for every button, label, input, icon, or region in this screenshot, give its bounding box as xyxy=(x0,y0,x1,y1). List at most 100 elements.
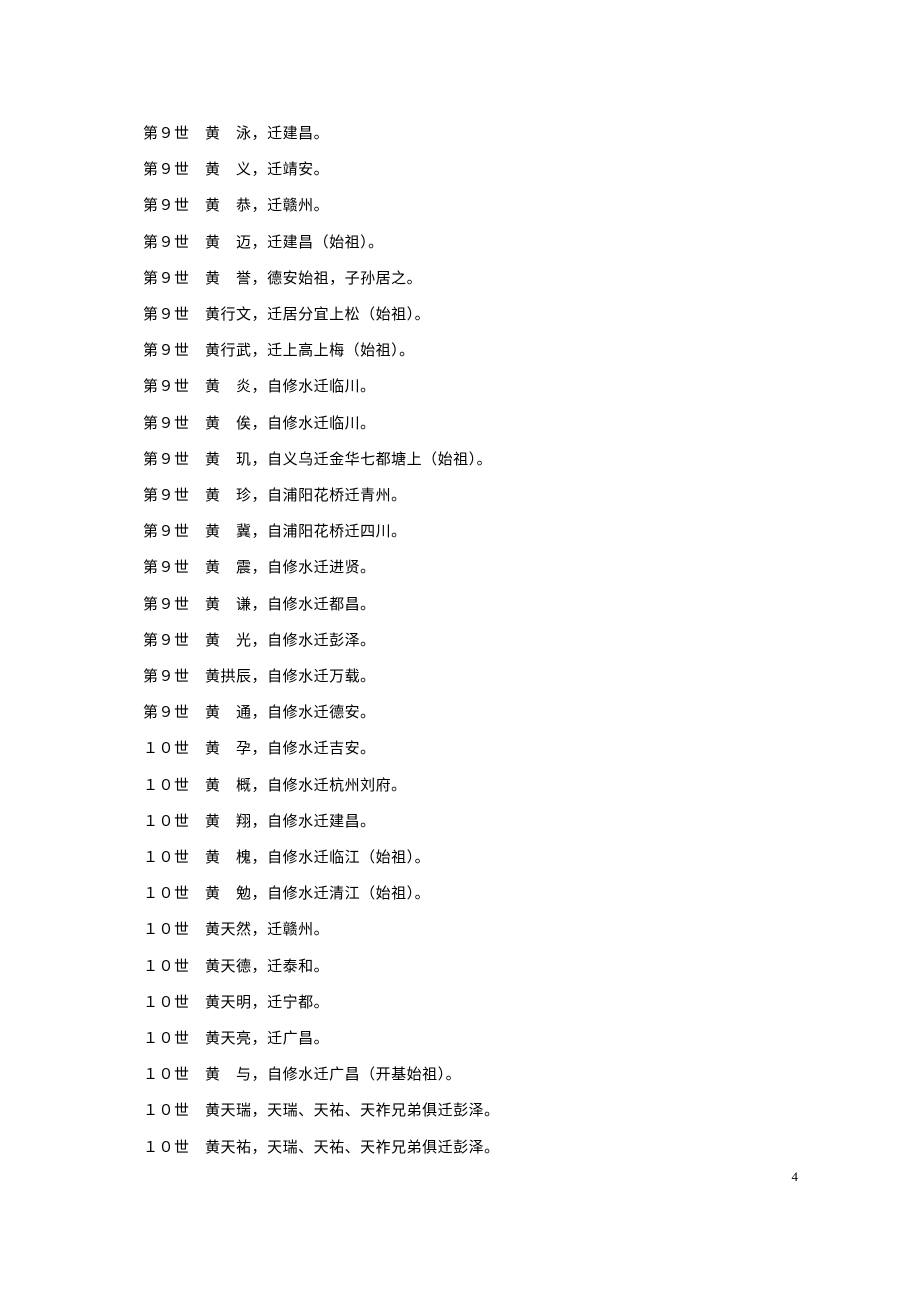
genealogy-entry: １０世 黄 翔，自修水迁建昌。 xyxy=(143,804,777,840)
generation: １０世 xyxy=(143,959,190,975)
description: 自浦阳花桥迁青州。 xyxy=(267,488,407,504)
genealogy-entry: 第９世 黄 炎，自修水迁临川。 xyxy=(143,369,777,405)
person-name: 黄 勉 xyxy=(205,886,252,902)
genealogy-entry: １０世 黄天亮，迁广昌。 xyxy=(143,1021,777,1057)
description: 自修水迁进贤。 xyxy=(267,560,376,576)
person-name: 黄 珍 xyxy=(205,488,252,504)
generation: 第９世 xyxy=(143,597,190,613)
generation: １０世 xyxy=(143,922,190,938)
person-name: 黄 光 xyxy=(205,633,252,649)
description: 迁赣州。 xyxy=(267,198,329,214)
person-name: 黄 迈 xyxy=(205,235,252,251)
description: 迁靖安。 xyxy=(267,162,329,178)
description: 自修水迁临川。 xyxy=(267,379,376,395)
generation: １０世 xyxy=(143,1103,190,1119)
genealogy-entry: 第９世 黄 泳，迁建昌。 xyxy=(143,116,777,152)
genealogy-entry: 第９世 黄 恭，迁赣州。 xyxy=(143,188,777,224)
description: 自修水迁建昌。 xyxy=(267,814,376,830)
description: 迁广昌。 xyxy=(267,1031,329,1047)
generation: 第９世 xyxy=(143,705,190,721)
generation: 第９世 xyxy=(143,488,190,504)
generation: １０世 xyxy=(143,741,190,757)
genealogy-entry: １０世 黄 勉，自修水迁清江（始祖）。 xyxy=(143,876,777,912)
generation: 第９世 xyxy=(143,271,190,287)
description: 自浦阳花桥迁四川。 xyxy=(267,524,407,540)
person-name: 黄 炎 xyxy=(205,379,252,395)
person-name: 黄 通 xyxy=(205,705,252,721)
person-name: 黄行文 xyxy=(205,307,252,323)
person-name: 黄 与 xyxy=(205,1067,252,1083)
genealogy-entry: 第９世 黄拱辰，自修水迁万载。 xyxy=(143,659,777,695)
generation: １０世 xyxy=(143,778,190,794)
description: 自修水迁万载。 xyxy=(267,669,376,685)
genealogy-entry: 第９世 黄行文，迁居分宜上松（始祖）。 xyxy=(143,297,777,333)
genealogy-entry: １０世 黄天明，迁宁都。 xyxy=(143,985,777,1021)
description: 自修水迁临川。 xyxy=(267,416,376,432)
description: 自修水迁都昌。 xyxy=(267,597,376,613)
description: 迁建昌（始祖）。 xyxy=(267,235,384,251)
description: 天瑞、天祐、天祚兄弟俱迁彭泽。 xyxy=(267,1103,500,1119)
generation: １０世 xyxy=(143,1140,190,1156)
description: 迁建昌。 xyxy=(267,126,329,142)
person-name: 黄 泳 xyxy=(205,126,252,142)
description: 自修水迁清江（始祖）。 xyxy=(267,886,430,902)
person-name: 黄天祐 xyxy=(205,1140,252,1156)
genealogy-entry: 第９世 黄 通，自修水迁德安。 xyxy=(143,695,777,731)
generation: 第９世 xyxy=(143,307,190,323)
person-name: 黄 震 xyxy=(205,560,252,576)
generation: 第９世 xyxy=(143,343,190,359)
person-name: 黄天明 xyxy=(205,995,252,1011)
genealogy-entry: １０世 黄 孕，自修水迁吉安。 xyxy=(143,731,777,767)
genealogy-entry: １０世 黄天祐，天瑞、天祐、天祚兄弟俱迁彭泽。 xyxy=(143,1130,777,1166)
description: 自义乌迁金华七都塘上（始祖）。 xyxy=(267,452,492,468)
page-number: 4 xyxy=(792,1169,799,1185)
person-name: 黄 冀 xyxy=(205,524,252,540)
description: 迁赣州。 xyxy=(267,922,329,938)
generation: 第９世 xyxy=(143,198,190,214)
generation: 第９世 xyxy=(143,126,190,142)
genealogy-entry: 第９世 黄 义，迁靖安。 xyxy=(143,152,777,188)
person-name: 黄拱辰 xyxy=(205,669,252,685)
genealogy-entry: 第９世 黄 迈，迁建昌（始祖）。 xyxy=(143,225,777,261)
generation: 第９世 xyxy=(143,633,190,649)
genealogy-entry: 第９世 黄 玑，自义乌迁金华七都塘上（始祖）。 xyxy=(143,442,777,478)
person-name: 黄 翔 xyxy=(205,814,252,830)
genealogy-entry: 第９世 黄 震，自修水迁进贤。 xyxy=(143,550,777,586)
description: 迁上高上梅（始祖）。 xyxy=(267,343,415,359)
generation: 第９世 xyxy=(143,560,190,576)
person-name: 黄 谦 xyxy=(205,597,252,613)
generation: 第９世 xyxy=(143,235,190,251)
generation: 第９世 xyxy=(143,162,190,178)
description: 自修水迁德安。 xyxy=(267,705,376,721)
genealogy-entry: 第９世 黄 冀，自浦阳花桥迁四川。 xyxy=(143,514,777,550)
generation: １０世 xyxy=(143,886,190,902)
description: 迁泰和。 xyxy=(267,959,329,975)
generation: 第９世 xyxy=(143,379,190,395)
description: 德安始祖，子孙居之。 xyxy=(267,271,422,287)
generation: １０世 xyxy=(143,1067,190,1083)
genealogy-entry: １０世 黄天瑞，天瑞、天祐、天祚兄弟俱迁彭泽。 xyxy=(143,1093,777,1129)
generation: 第９世 xyxy=(143,452,190,468)
person-name: 黄 玑 xyxy=(205,452,252,468)
genealogy-entry: 第９世 黄 谦，自修水迁都昌。 xyxy=(143,587,777,623)
generation: １０世 xyxy=(143,995,190,1011)
genealogy-entry: 第９世 黄行武，迁上高上梅（始祖）。 xyxy=(143,333,777,369)
person-name: 黄 槐 xyxy=(205,850,252,866)
genealogy-entry: １０世 黄 槐，自修水迁临江（始祖）。 xyxy=(143,840,777,876)
description: 自修水迁杭州刘府。 xyxy=(267,778,407,794)
genealogy-entry: 第９世 黄 光，自修水迁彭泽。 xyxy=(143,623,777,659)
generation: １０世 xyxy=(143,814,190,830)
genealogy-entry: 第９世 黄 珍，自浦阳花桥迁青州。 xyxy=(143,478,777,514)
person-name: 黄 俟 xyxy=(205,416,252,432)
person-name: 黄天然 xyxy=(205,922,252,938)
person-name: 黄天德 xyxy=(205,959,252,975)
description: 天瑞、天祐、天祚兄弟俱迁彭泽。 xyxy=(267,1140,500,1156)
generation: 第９世 xyxy=(143,669,190,685)
person-name: 黄 恭 xyxy=(205,198,252,214)
person-name: 黄 义 xyxy=(205,162,252,178)
genealogy-entry: １０世 黄天德，迁泰和。 xyxy=(143,949,777,985)
person-name: 黄天瑞 xyxy=(205,1103,252,1119)
description: 迁居分宜上松（始祖）。 xyxy=(267,307,430,323)
genealogy-entry: １０世 黄天然，迁赣州。 xyxy=(143,912,777,948)
generation: １０世 xyxy=(143,1031,190,1047)
